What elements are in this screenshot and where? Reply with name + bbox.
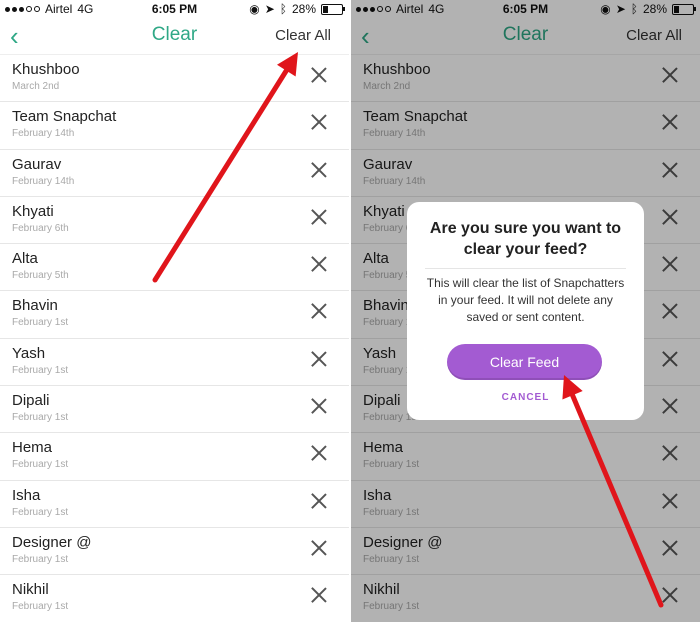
- contact-list: Khushboo March 2nd Team Snapchat February 1…: [0, 54, 349, 622]
- contact-name: Bhavin: [12, 297, 58, 315]
- list-item[interactable]: Khyati February 6th: [0, 195, 349, 243]
- confirm-dialog: Are you sure you want to clear your feed…: [407, 202, 644, 420]
- contact-name: Nikhil: [12, 581, 49, 599]
- list-item[interactable]: Nikhil February 1st: [0, 574, 349, 621]
- clear-feed-button[interactable]: Clear Feed: [447, 344, 602, 380]
- location-icon: ➤: [264, 2, 275, 16]
- right-screen: Airtel 4G 6:05 PM ◉ ➤ ᛒ 28% ‹ Clear Clea…: [351, 0, 700, 622]
- close-icon[interactable]: [311, 351, 327, 367]
- list-item[interactable]: Team Snapchat February 14th: [0, 101, 349, 148]
- close-icon[interactable]: [311, 540, 327, 556]
- contact-date: February 6th: [12, 222, 69, 234]
- dialog-divider: [425, 268, 626, 269]
- close-icon[interactable]: [311, 162, 327, 178]
- contact-name: Hema: [12, 439, 53, 457]
- contact-date: February 1st: [12, 601, 69, 613]
- close-icon[interactable]: [311, 493, 327, 509]
- list-item[interactable]: Isha February 1st: [0, 479, 349, 527]
- contact-name: Team Snapchat: [12, 108, 117, 126]
- list-item[interactable]: Yash February 1st: [0, 337, 349, 385]
- close-icon[interactable]: [311, 114, 327, 130]
- contact-name: Khyati: [12, 202, 54, 220]
- cancel-button[interactable]: CANCEL: [407, 392, 644, 403]
- contact-name: Isha: [12, 486, 41, 504]
- lock-rotation-icon: ◉: [249, 2, 260, 16]
- dialog-title: Are you sure you want to clear your feed…: [429, 220, 622, 258]
- bluetooth-icon: ᛒ: [279, 2, 287, 16]
- list-item[interactable]: Alta February 5th: [0, 243, 349, 290]
- close-icon[interactable]: [311, 67, 327, 83]
- contact-name: Designer @: [12, 533, 92, 551]
- contact-name: Yash: [12, 344, 46, 362]
- list-item[interactable]: Gaurav February 14th: [0, 148, 349, 196]
- left-screen: Airtel 4G 6:05 PM ◉ ➤ ᛒ 28% ‹ Clear Clea…: [0, 0, 349, 622]
- contact-date: February 1st: [12, 412, 69, 424]
- contact-name: Alta: [12, 250, 38, 268]
- close-icon[interactable]: [311, 398, 327, 414]
- list-item[interactable]: Bhavin February 1st: [0, 290, 349, 337]
- contact-name: Khushboo: [12, 61, 80, 78]
- battery-icon: [321, 3, 345, 15]
- contact-date: February 1st: [12, 317, 69, 329]
- contact-name: Dipali: [12, 392, 50, 410]
- list-item[interactable]: Hema February 1st: [0, 432, 349, 479]
- nav-bar: ‹ Clear Clear All: [0, 18, 349, 54]
- dialog-message: This will clear the list of Snapchatters…: [426, 276, 625, 324]
- list-item[interactable]: Khushboo March 2nd: [0, 54, 349, 101]
- clear-all-button[interactable]: Clear All: [275, 27, 331, 44]
- close-icon[interactable]: [311, 256, 327, 272]
- contact-date: February 14th: [12, 128, 75, 140]
- contact-date: February 1st: [12, 459, 69, 471]
- close-icon[interactable]: [311, 445, 327, 461]
- contact-date: February 14th: [12, 175, 75, 187]
- battery-percent: 28%: [291, 2, 316, 16]
- status-bar: Airtel 4G 6:05 PM ◉ ➤ ᛒ 28%: [0, 0, 349, 18]
- contact-date: February 1st: [12, 364, 69, 376]
- close-icon[interactable]: [311, 303, 327, 319]
- contact-date: March 2nd: [12, 81, 60, 92]
- close-icon[interactable]: [311, 587, 327, 603]
- list-item[interactable]: Designer @ February 1st: [0, 526, 349, 574]
- list-item[interactable]: Dipali February 1st: [0, 385, 349, 432]
- contact-name: Gaurav: [12, 155, 62, 173]
- contact-date: February 1st: [12, 553, 69, 565]
- contact-date: February 1st: [12, 506, 69, 518]
- close-icon[interactable]: [311, 209, 327, 225]
- contact-date: February 5th: [12, 270, 69, 282]
